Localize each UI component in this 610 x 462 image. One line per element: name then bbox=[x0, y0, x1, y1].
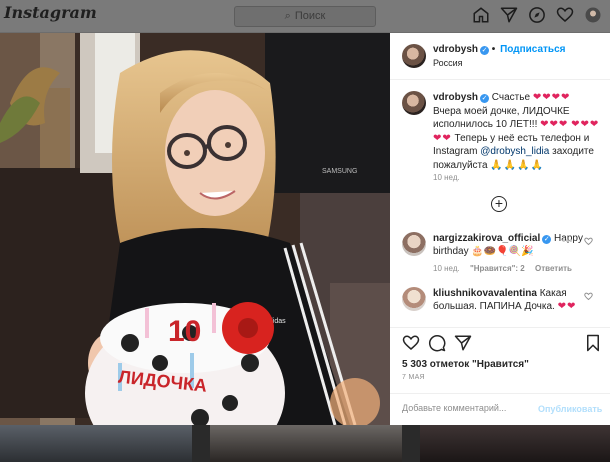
caption-text: vdrobysh ✓ Счастье ❤❤❤❤ Вчера моей дочке,… bbox=[433, 91, 601, 172]
search-input[interactable]: ⌕ Поиск bbox=[234, 6, 376, 27]
post-thumbnail[interactable] bbox=[420, 425, 610, 462]
post-actions bbox=[390, 327, 610, 354]
profile-icon[interactable] bbox=[584, 6, 602, 24]
instagram-logo[interactable]: Instagram bbox=[4, 3, 97, 22]
comment-icon[interactable] bbox=[428, 334, 446, 352]
like-comment-icon[interactable] bbox=[584, 237, 593, 246]
post-details-panel: vdrobysh ✓ • Подписаться Россия vdrobysh ✓… bbox=[390, 33, 610, 425]
birthday-cake: 10 ЛИДОЧКА bbox=[85, 302, 285, 425]
comment-meta: 10 нед. "Нравится": 2 Ответить bbox=[433, 264, 580, 273]
like-icon[interactable] bbox=[402, 334, 420, 352]
post-thumbnail[interactable] bbox=[210, 425, 402, 462]
commenter-username[interactable]: nargizzakirova_official bbox=[433, 233, 540, 244]
pray-emoji: 🙏🙏🙏🙏 bbox=[490, 159, 545, 171]
comment-time[interactable]: 10 нед. bbox=[433, 264, 460, 273]
author-avatar[interactable] bbox=[402, 44, 426, 68]
like-comment-icon[interactable] bbox=[584, 292, 593, 301]
post-header: vdrobysh ✓ • Подписаться Россия bbox=[390, 33, 610, 80]
comment-text: nargizzakirova_official ✓ Happy birthday … bbox=[433, 232, 583, 258]
post-photo[interactable]: SAMSUNG adidas 10 ЛИДОЧКА bbox=[0, 33, 390, 425]
verified-icon: ✓ bbox=[480, 46, 490, 55]
reply-button[interactable]: Ответить bbox=[535, 264, 572, 273]
add-comment-bar: Опубликовать bbox=[390, 393, 610, 426]
caption-part: Счастье bbox=[491, 92, 531, 103]
verified-icon: ✓ bbox=[480, 94, 490, 103]
top-nav: Instagram ⌕ Поиск bbox=[0, 0, 610, 33]
related-posts-strip bbox=[0, 425, 610, 462]
publish-button[interactable]: Опубликовать bbox=[538, 404, 602, 414]
verified-icon: ✓ bbox=[542, 235, 552, 244]
follow-button[interactable]: Подписаться bbox=[500, 44, 565, 55]
commenter-avatar[interactable] bbox=[402, 287, 426, 311]
author-username[interactable]: vdrobysh bbox=[433, 44, 478, 55]
search-icon: ⌕ bbox=[284, 10, 291, 22]
hearts-emoji: ❤❤❤ bbox=[540, 119, 569, 130]
share-icon[interactable] bbox=[454, 334, 472, 352]
commenter-username[interactable]: kliushnikovavalentina bbox=[433, 288, 537, 299]
cake-number: 10 bbox=[168, 315, 201, 348]
caption-username[interactable]: vdrobysh bbox=[433, 92, 478, 103]
tv-brand: SAMSUNG bbox=[322, 168, 357, 175]
mention-link[interactable]: @drobysh_lidia bbox=[480, 146, 549, 157]
commenter-avatar[interactable] bbox=[402, 232, 426, 256]
bookmark-icon[interactable] bbox=[584, 334, 602, 352]
direct-icon[interactable] bbox=[500, 6, 518, 24]
post-thumbnail[interactable] bbox=[0, 425, 192, 462]
caption-avatar[interactable] bbox=[402, 91, 426, 115]
comment-text: kliushnikovavalentina Какая большая. ПАП… bbox=[433, 287, 583, 313]
plus-circle-icon[interactable]: + bbox=[491, 196, 507, 212]
more-options-icon[interactable]: ••• bbox=[562, 236, 573, 247]
search-placeholder: Поиск bbox=[294, 10, 326, 22]
comment-input[interactable] bbox=[400, 402, 534, 414]
post-location[interactable]: Россия bbox=[433, 58, 463, 68]
home-icon[interactable] bbox=[472, 6, 490, 24]
hearts-emoji: ❤❤ bbox=[557, 301, 577, 312]
explore-icon[interactable] bbox=[528, 6, 546, 24]
likes-count[interactable]: 5 303 отметок "Нравится" bbox=[402, 359, 529, 370]
hearts-emoji: ❤❤❤❤ bbox=[532, 92, 571, 103]
author-line: vdrobysh ✓ • Подписаться bbox=[433, 44, 566, 55]
caption-time[interactable]: 10 нед. bbox=[433, 173, 460, 182]
nav-icons bbox=[472, 6, 602, 24]
activity-icon[interactable] bbox=[556, 6, 574, 24]
post-date[interactable]: 7 МАЯ bbox=[402, 374, 425, 381]
comment-likes[interactable]: "Нравится": 2 bbox=[470, 264, 525, 273]
